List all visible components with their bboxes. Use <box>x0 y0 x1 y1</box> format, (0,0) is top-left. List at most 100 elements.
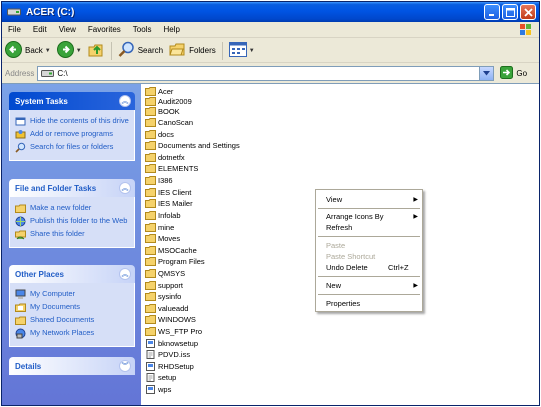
task-publish-to-web[interactable]: Publish this folder to the Web <box>15 216 130 227</box>
file-name: sysinfo <box>158 292 182 301</box>
file-item[interactable]: IES Client <box>145 187 191 198</box>
menu-view[interactable]: View <box>53 25 82 34</box>
expand-chevron-icon[interactable]: ︾ <box>119 360 131 372</box>
folder-icon <box>145 188 156 197</box>
menu-tools[interactable]: Tools <box>127 25 158 34</box>
file-item[interactable]: WS_FTP Pro <box>145 326 202 337</box>
menu-file[interactable]: File <box>2 25 27 34</box>
back-dropdown-icon[interactable]: ▼ <box>45 48 51 54</box>
address-input[interactable]: C:\ <box>37 65 495 81</box>
file-item[interactable]: setup <box>145 372 176 383</box>
close-button[interactable] <box>520 4 536 20</box>
back-button[interactable]: Back ▼ <box>2 41 54 61</box>
file-name: IES Mailer <box>158 199 193 208</box>
file-item[interactable]: BOOK <box>145 106 180 117</box>
other-places-body: My Computer My Documents Shared Document… <box>9 283 135 347</box>
system-tasks-title: System Tasks <box>15 96 68 106</box>
file-item[interactable]: valueadd <box>145 303 188 314</box>
ctx-paste-shortcut[interactable]: Paste Shortcut <box>316 251 422 262</box>
file-item[interactable]: Program Files <box>145 256 205 267</box>
ctx-label: Undo Delete <box>326 263 368 272</box>
file-item[interactable]: mine <box>145 222 174 233</box>
file-item[interactable]: wps <box>145 384 171 395</box>
folders-button[interactable]: Folders <box>166 41 219 61</box>
go-button[interactable]: Go <box>500 65 527 81</box>
file-item[interactable]: I386 <box>145 175 173 186</box>
ctx-separator <box>318 276 420 277</box>
ctx-label: Refresh <box>326 223 353 232</box>
task-share-folder[interactable]: Share this folder <box>15 229 130 240</box>
explorer-window: ACER (C:) File Edit View Favorites Tools… <box>1 1 540 406</box>
drive-icon <box>7 6 21 18</box>
maximize-button[interactable] <box>502 4 518 20</box>
forward-button[interactable]: ▼ <box>54 41 85 61</box>
ctx-label: Paste Shortcut <box>326 252 376 261</box>
address-dropdown-icon[interactable] <box>479 66 494 80</box>
minimize-button[interactable] <box>484 4 500 20</box>
folder-icon <box>145 211 156 220</box>
system-tasks-header[interactable]: System Tasks ︽ <box>9 92 135 110</box>
file-item[interactable]: MSOCache <box>145 245 197 256</box>
menu-help[interactable]: Help <box>157 25 185 34</box>
network-places-icon <box>15 328 26 339</box>
menu-edit[interactable]: Edit <box>27 25 53 34</box>
file-item[interactable]: Infolab <box>145 210 181 221</box>
ctx-undo-delete[interactable]: Undo Delete Ctrl+Z <box>316 262 422 273</box>
views-button[interactable]: ▼ <box>226 41 258 61</box>
task-hide-drive-contents[interactable]: Hide the contents of this drive <box>15 116 130 127</box>
place-my-network-places[interactable]: My Network Places <box>15 328 130 339</box>
menu-favorites[interactable]: Favorites <box>82 25 127 34</box>
file-folder-tasks-header[interactable]: File and Folder Tasks ︽ <box>9 179 135 197</box>
file-item[interactable]: sysinfo <box>145 291 181 302</box>
ctx-view[interactable]: View ▶ <box>316 194 422 205</box>
file-item[interactable]: docs <box>145 129 174 140</box>
system-tasks-panel: System Tasks ︽ Hide the contents of this… <box>9 92 135 161</box>
place-shared-documents[interactable]: Shared Documents <box>15 315 130 326</box>
folder-icon <box>145 223 156 232</box>
ctx-label: Properties <box>326 299 361 308</box>
collapse-chevron-icon[interactable]: ︽ <box>119 182 131 194</box>
file-item[interactable]: RHDSetup <box>145 361 194 372</box>
file-name: QMSYS <box>158 269 186 278</box>
task-label: Share this folder <box>30 229 85 238</box>
file-name: Acer <box>158 87 174 96</box>
forward-dropdown-icon[interactable]: ▼ <box>76 48 82 54</box>
search-button[interactable]: Search <box>115 41 166 61</box>
details-header[interactable]: Details ︾ <box>9 357 135 375</box>
ctx-new[interactable]: New ▶ <box>316 280 422 291</box>
file-name: IES Client <box>158 188 192 197</box>
file-item[interactable]: QMSYS <box>145 268 185 279</box>
collapse-chevron-icon[interactable]: ︽ <box>119 268 131 280</box>
file-item[interactable]: support <box>145 280 183 291</box>
file-item[interactable]: dotnetfx <box>145 152 185 163</box>
file-item[interactable]: ELEMENTS <box>145 163 198 174</box>
collapse-chevron-icon[interactable]: ︽ <box>119 95 131 107</box>
place-my-computer[interactable]: My Computer <box>15 289 130 300</box>
ctx-arrange-icons-by[interactable]: Arrange Icons By ▶ <box>316 211 422 222</box>
file-item[interactable]: Moves <box>145 233 180 244</box>
file-item[interactable]: IES Mailer <box>145 198 193 209</box>
ctx-refresh[interactable]: Refresh <box>316 222 422 233</box>
other-places-header[interactable]: Other Places ︽ <box>9 265 135 283</box>
file-item[interactable]: bknowsetup <box>145 338 198 349</box>
file-item[interactable]: CanoScan <box>145 117 193 128</box>
task-make-new-folder[interactable]: Make a new folder <box>15 203 130 214</box>
windows-logo-icon <box>517 23 535 37</box>
standard-toolbar: Back ▼ ▼ Search Folders ▼ <box>2 39 539 63</box>
up-folder-button[interactable] <box>85 41 108 61</box>
ctx-properties[interactable]: Properties <box>316 298 422 309</box>
file-item[interactable]: Documents and Settings <box>145 140 240 151</box>
title-bar[interactable]: ACER (C:) <box>2 2 539 22</box>
task-add-remove-programs[interactable]: Add or remove programs <box>15 129 130 140</box>
context-menu: View ▶ Arrange Icons By ▶ Refresh Paste … <box>315 189 423 312</box>
file-item[interactable]: WINDOWS <box>145 314 196 325</box>
setup-file-icon <box>145 339 156 348</box>
ctx-paste[interactable]: Paste <box>316 240 422 251</box>
file-item[interactable]: PDVD.iss <box>145 349 190 360</box>
folder-icon <box>145 327 156 336</box>
place-my-documents[interactable]: My Documents <box>15 302 130 313</box>
task-search-files[interactable]: Search for files or folders <box>15 142 130 153</box>
ctx-label: New <box>326 281 342 290</box>
menu-bar: File Edit View Favorites Tools Help <box>2 22 539 38</box>
views-dropdown-icon[interactable]: ▼ <box>249 48 255 54</box>
